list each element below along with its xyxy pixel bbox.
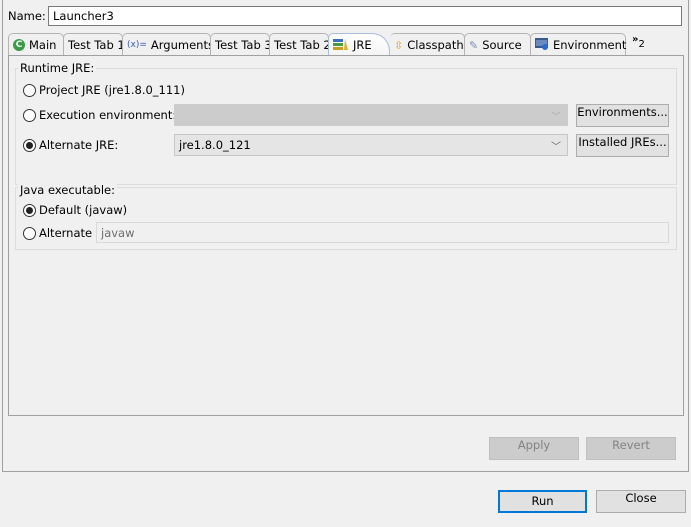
tab-jre[interactable]: JRE [328, 33, 390, 56]
alternate-executable-input[interactable]: javaw [96, 222, 669, 243]
execution-environment-label: Execution environment: [39, 108, 177, 122]
name-input[interactable] [48, 6, 682, 26]
alternate-jre-option[interactable]: Alternate JRE: [23, 138, 118, 152]
runtime-jre-group: Runtime JRE: Project JRE (jre1.8.0_111) … [15, 61, 677, 185]
launch-configuration-dialog: Name: C Main Test Tab 1 (x)= Arguments T… [0, 0, 691, 527]
environment-icon [535, 38, 549, 52]
project-jre-radio[interactable] [23, 83, 36, 97]
execution-environment-option[interactable]: Execution environment: [23, 108, 176, 122]
source-icon: ✎ [469, 38, 479, 52]
classpath-icon: ⇳ [394, 38, 404, 52]
tab-arguments[interactable]: (x)= Arguments [122, 33, 214, 56]
tab-label: Main [29, 38, 57, 52]
alternate-executable-label: Alternate [39, 226, 93, 240]
alternate-executable-option[interactable]: Alternate [23, 226, 92, 240]
revert-button[interactable]: Revert [586, 437, 676, 460]
chevron-down-icon: ﹀ [551, 112, 561, 123]
overflow-tab-count: 2 [638, 39, 645, 50]
tab-bar: C Main Test Tab 1 (x)= Arguments Test Ta… [8, 33, 684, 56]
tab-test-tab-3[interactable]: Test Tab 3 [210, 33, 272, 56]
close-button[interactable]: Close [596, 490, 686, 513]
installed-jres-button[interactable]: Installed JREs... [576, 134, 669, 157]
arguments-icon: (x)= [127, 39, 147, 50]
tab-main[interactable]: C Main [8, 33, 64, 56]
tab-label: Arguments [150, 38, 214, 52]
alternate-jre-label: Alternate JRE: [39, 138, 119, 152]
tab-classpath[interactable]: ⇳ Classpath [390, 33, 465, 56]
tab-label: Source [482, 38, 522, 52]
chevron-down-icon: ﹀ [551, 142, 561, 153]
default-executable-option[interactable]: Default (javaw) [23, 203, 127, 217]
tab-label: JRE [353, 38, 372, 52]
tab-environment[interactable]: Environment [530, 33, 626, 56]
tab-source[interactable]: ✎ Source [464, 33, 531, 56]
project-jre-label: Project JRE (jre1.8.0_111) [39, 83, 185, 97]
java-executable-group: Java executable: Default (javaw) Alterna… [15, 183, 677, 250]
tab-label: Test Tab 1 [68, 38, 125, 52]
java-executable-title: Java executable: [18, 183, 117, 197]
execution-environment-radio[interactable] [23, 108, 36, 122]
tab-label: Environment [553, 38, 627, 52]
alternate-executable-radio[interactable] [23, 226, 36, 240]
execution-environment-combo[interactable]: ﹀ [174, 104, 568, 126]
default-executable-radio[interactable] [23, 203, 36, 217]
more-tabs-button[interactable]: » 2 [632, 34, 645, 50]
tab-label: Classpath [407, 38, 464, 52]
apply-button[interactable]: Apply [489, 437, 579, 460]
tab-label: Test Tab 3 [215, 38, 272, 52]
name-label: Name: [8, 9, 46, 23]
environments-button[interactable]: Environments... [576, 104, 669, 127]
run-button[interactable]: Run [498, 490, 587, 513]
project-jre-option[interactable]: Project JRE (jre1.8.0_111) [23, 83, 185, 97]
tab-test-tab-1[interactable]: Test Tab 1 [63, 33, 125, 56]
alternate-jre-radio[interactable] [23, 138, 36, 152]
tab-test-tab-2[interactable]: Test Tab 2 [269, 33, 331, 56]
main-icon: C [13, 39, 25, 51]
default-executable-label: Default (javaw) [39, 203, 128, 217]
alternate-jre-value: jre1.8.0_121 [179, 138, 251, 152]
tab-label: Test Tab 2 [274, 38, 331, 52]
runtime-jre-title: Runtime JRE: [18, 61, 97, 75]
alternate-jre-combo[interactable]: jre1.8.0_121 ﹀ [174, 134, 568, 156]
jre-icon [333, 38, 349, 53]
jre-tab-panel: Runtime JRE: Project JRE (jre1.8.0_111) … [8, 55, 684, 416]
